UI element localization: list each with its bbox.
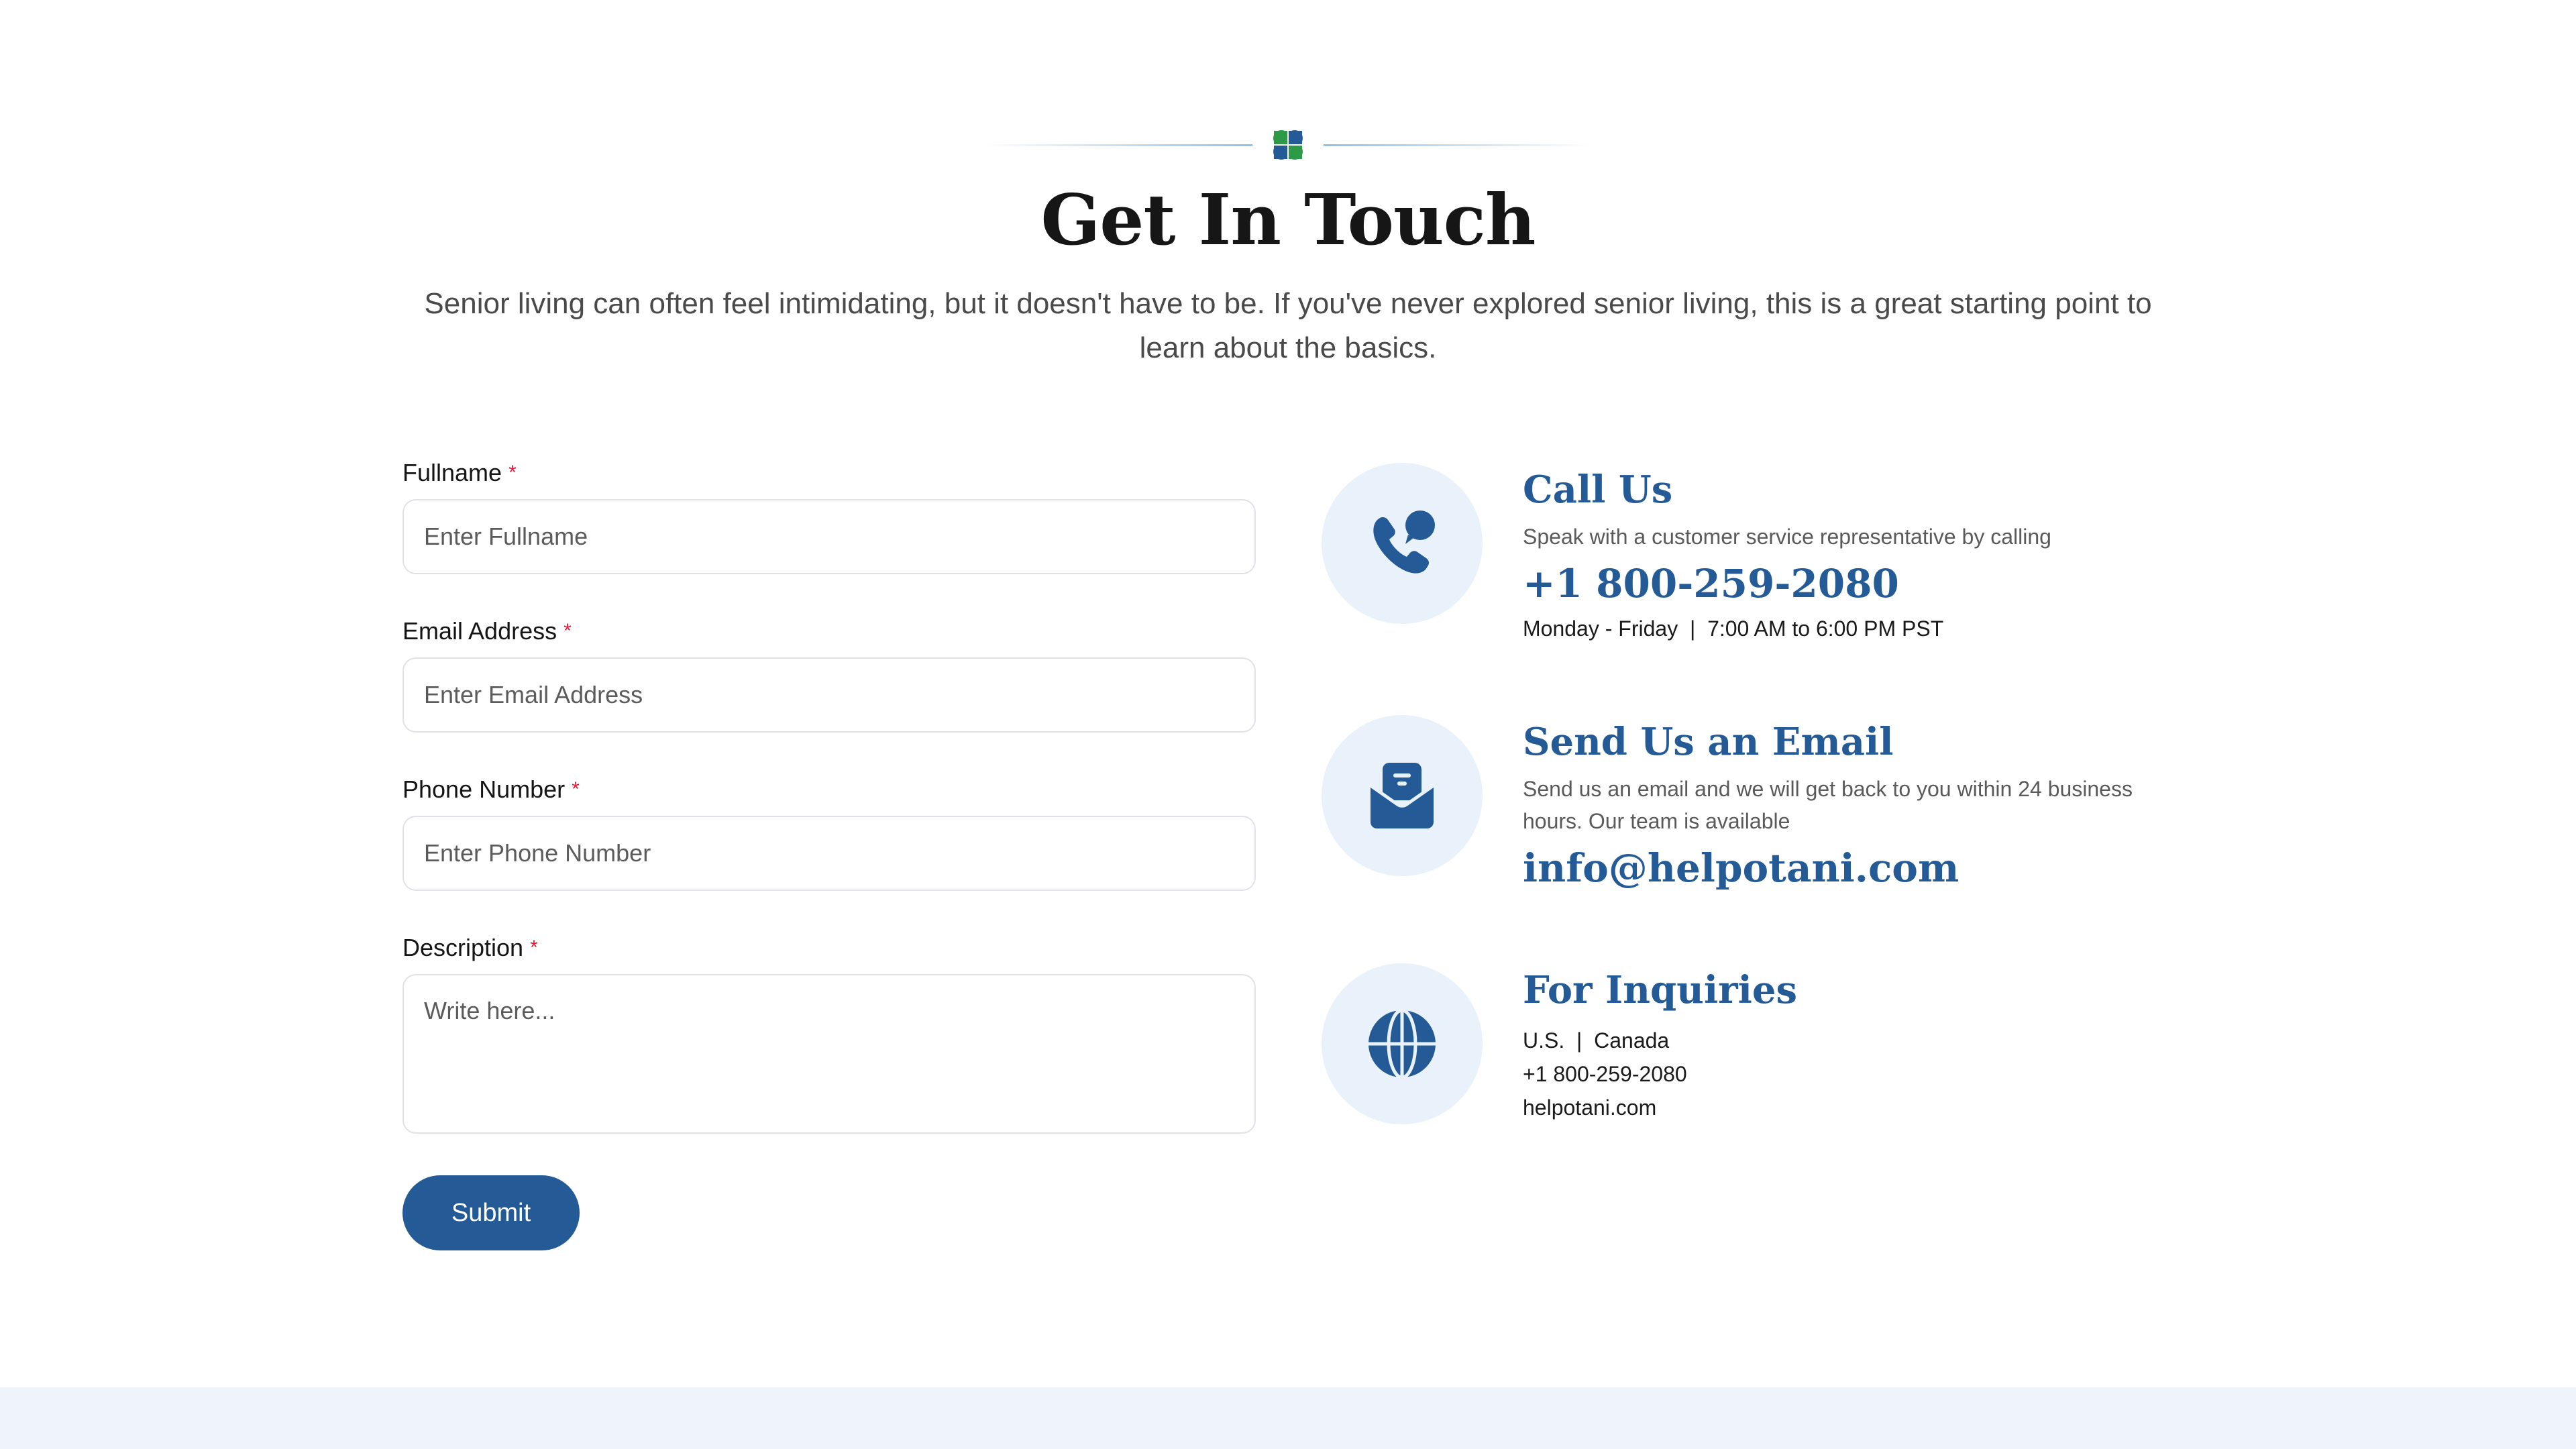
description-label-text: Description — [402, 934, 524, 961]
required-marker: * — [564, 620, 572, 642]
inquiries-phone-link[interactable]: +1 800-259-2080 — [1523, 1057, 2194, 1091]
email-icon-circle — [1322, 715, 1483, 876]
globe-icon — [1368, 1008, 1436, 1079]
inquiries-title: For Inquiries — [1523, 968, 1798, 1012]
email-info: Send Us an Email Send us an email and we… — [1523, 715, 2194, 896]
required-marker: * — [508, 462, 517, 484]
phone-input[interactable] — [402, 816, 1256, 891]
call-us-hours: Monday - Friday | 7:00 AM to 6:00 PM PST — [1523, 616, 1944, 641]
page-title: Get In Touch — [1040, 178, 1536, 261]
email-label-text: Email Address — [402, 617, 557, 645]
phone-chat-icon — [1373, 511, 1435, 574]
mail-icon — [1369, 763, 1435, 828]
contact-page: Get In Touch Senior living can often fee… — [0, 0, 2576, 1449]
inquiries-website-link[interactable]: helpotani.com — [1523, 1091, 2194, 1124]
globe-icon-circle — [1322, 963, 1483, 1124]
call-us-desc: Speak with a customer service representa… — [1523, 525, 2051, 549]
inquiries-regions: U.S. | Canada — [1523, 1028, 1670, 1053]
clover-logo-icon — [1271, 128, 1305, 162]
call-icon-circle — [1322, 463, 1483, 624]
email-label: Email Address * — [402, 614, 1256, 648]
email-address-link[interactable]: info@helpotani.com — [1523, 840, 2194, 896]
fullname-label: Fullname * — [402, 456, 1256, 490]
footer-band — [0, 1387, 2576, 1449]
call-us-info: Call Us Speak with a customer service re… — [1523, 463, 2194, 645]
description-textarea[interactable] — [402, 974, 1256, 1134]
contact-form: Fullname * Email Address * Phone Number * D… — [402, 456, 1256, 1250]
email-desc: Send us an email and we will get back to… — [1523, 777, 2133, 833]
inquiries-info: For Inquiries U.S. | Canada +1 800-259-2… — [1523, 963, 2194, 1124]
description-label: Description * — [402, 931, 1256, 965]
section-emblem — [0, 121, 2576, 169]
phone-label: Phone Number * — [402, 773, 1256, 806]
submit-button[interactable]: Submit — [402, 1175, 580, 1250]
call-us-phone-link[interactable]: +1 800-259-2080 — [1523, 555, 2194, 612]
email-input[interactable] — [402, 657, 1256, 733]
call-us-title: Call Us — [1523, 468, 1673, 512]
page-subtitle: Senior living can often feel intimidatin… — [424, 287, 2152, 364]
email-title: Send Us an Email — [1523, 720, 1894, 764]
divider-left — [984, 144, 1252, 146]
required-marker: * — [572, 778, 580, 800]
divider-right — [1324, 144, 1592, 146]
required-marker: * — [530, 936, 538, 959]
fullname-input[interactable] — [402, 499, 1256, 574]
fullname-label-text: Fullname — [402, 459, 502, 486]
phone-label-text: Phone Number — [402, 775, 566, 803]
